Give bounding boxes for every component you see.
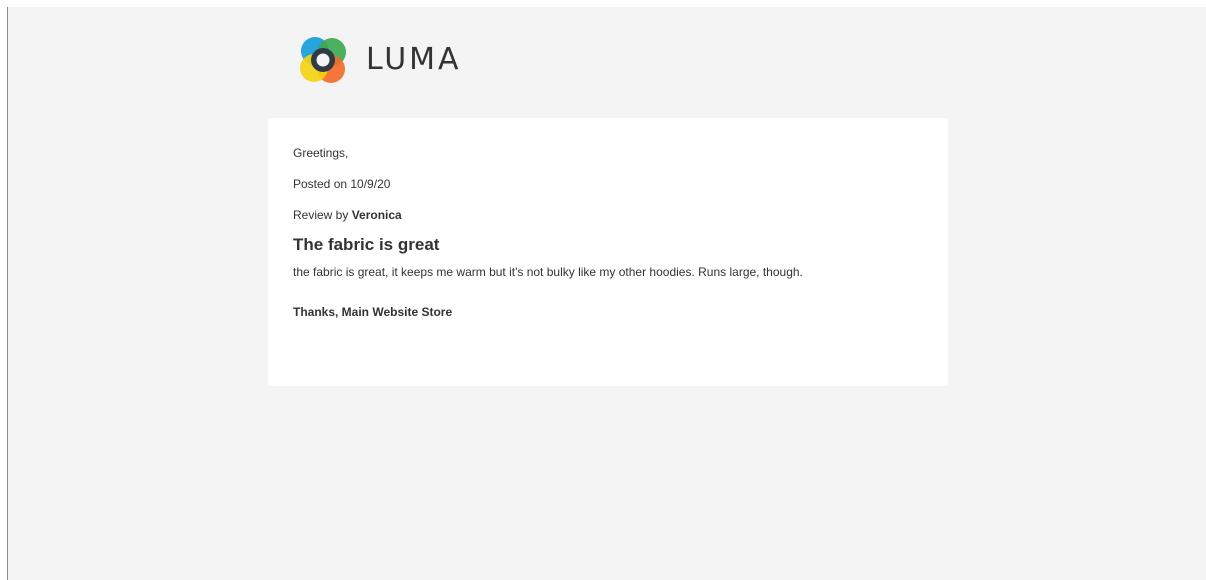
review-by-prefix: Review by <box>293 208 352 222</box>
review-title: The fabric is great <box>293 235 440 254</box>
review-by: Review by Veronica <box>293 207 924 223</box>
posted-date: Posted on 10/9/20 <box>293 177 391 191</box>
review-email-card: Greetings, Posted on 10/9/20 Review by V… <box>268 118 948 386</box>
reviewer-name: Veronica <box>351 208 402 222</box>
brand-name: LUMA <box>366 42 462 77</box>
review-body: the fabric is great, it keeps me warm bu… <box>293 265 803 279</box>
signoff-text: Thanks, Main Website Store <box>293 305 453 319</box>
luma-logo-icon <box>300 37 346 83</box>
greeting-text: Greetings, <box>293 146 349 160</box>
luma-logo: LUMA <box>295 32 462 88</box>
email-preview-frame: LUMA Greetings, Posted on 10/9/20 Review… <box>7 7 1206 580</box>
